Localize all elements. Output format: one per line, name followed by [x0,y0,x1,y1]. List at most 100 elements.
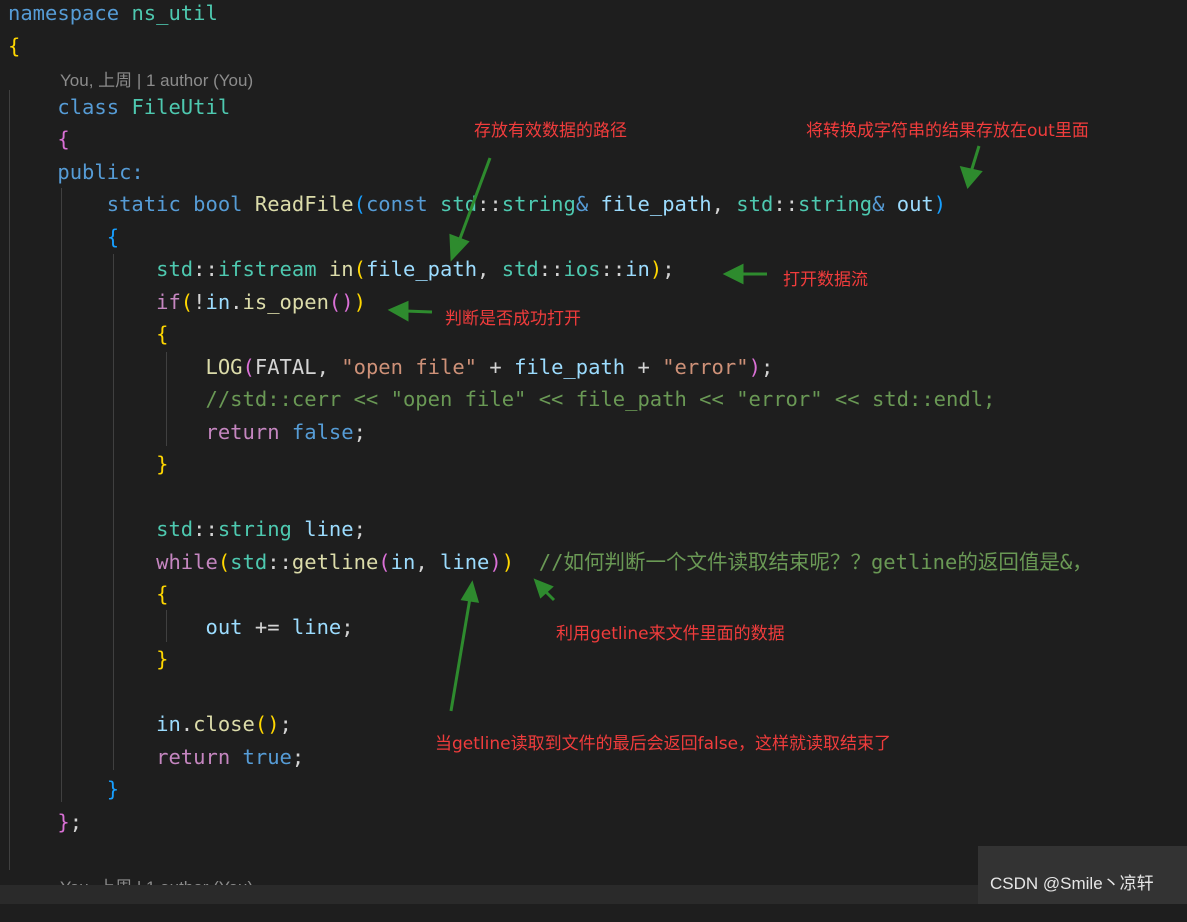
token: file_path [600,192,712,216]
token: line [440,550,490,574]
token: ! [193,290,206,314]
bracket: } [106,777,120,801]
token: ios [563,257,601,281]
token: ; [662,257,675,281]
code-line-return-true[interactable]: return true; [8,741,304,773]
token: ; [279,712,292,736]
annotation-getline: 利用getline来文件里面的数据 [556,624,785,644]
token: ; [69,810,83,834]
bracket: ) [933,192,947,216]
token: :: [477,192,502,216]
token: false [291,420,354,444]
code-line-if-open[interactable]: { [8,318,168,350]
token: , [477,257,490,281]
token: line [291,615,342,639]
code-line-while-close[interactable]: } [8,643,168,675]
bracket: ) [649,257,663,281]
code-line-in-close[interactable]: in.close(); [8,708,292,740]
token: :: [600,257,626,281]
bracket: ) [353,290,366,314]
bracket: { [106,225,120,249]
code-line-ifstream[interactable]: std::ifstream in(file_path, std::ios::in… [8,253,675,285]
token: ifstream [217,257,317,281]
token: std [156,517,194,541]
watermark: CSDN @Smile丶凉轩 [978,846,1187,904]
token: std [440,192,478,216]
token: ; [341,615,354,639]
token: . [230,290,243,314]
token: ReadFile [254,192,354,216]
codelens-author-bottom[interactable]: You, 上周 | 1 author (You) [60,873,253,885]
token: in [625,257,650,281]
token: std [156,257,194,281]
token: in [156,712,181,736]
code-line-fn-close[interactable]: } [8,773,119,805]
token: FileUtil [131,95,231,119]
annotation-out: 将转换成字符串的结果存放在out里面 [806,121,1089,141]
token: ; [291,745,305,769]
code-line-class[interactable]: class FileUtil [8,91,230,123]
code-line-2[interactable]: { [8,30,20,62]
annotation-path: 存放有效数据的路径 [474,121,627,141]
token: bool [193,192,243,216]
token: if [156,290,181,314]
token: true [242,745,292,769]
token: return [156,745,231,769]
token: class [57,95,120,119]
token: std [736,192,774,216]
bracket: { [156,322,169,346]
token: ; [353,517,366,541]
token: ns_util [131,1,218,25]
code-line-class-open[interactable]: { [8,123,70,155]
codelens-author[interactable]: You, 上周 | 1 author (You) [60,66,253,91]
token: getline [291,550,379,574]
token: string [501,192,576,216]
token: while [156,550,218,574]
token: //std::cerr << "open file" << file_path … [205,387,996,411]
code-line-public[interactable]: public: [8,156,143,188]
code-line-string-line[interactable]: std::string line; [8,513,366,545]
code-line-return-false[interactable]: return false; [8,416,365,448]
bracket: ) [748,355,761,379]
annotation-open-stream: 打开数据流 [783,270,868,290]
bracket: ( [180,290,194,314]
code-line-class-close[interactable]: }; [8,806,82,838]
code-line-while[interactable]: while(std::getline(in, line)) //如何判断一个文件… [8,546,1093,578]
token: out [896,192,934,216]
bracket: () [328,290,354,314]
token: "open file" [341,355,478,379]
token: file_path [365,257,478,281]
token: . [180,712,194,736]
bracket: { [57,127,70,151]
code-line-readfile[interactable]: static bool ReadFile(const std::string& … [8,188,946,220]
token: return [205,420,280,444]
code-line-out-append[interactable]: out += line; [8,611,354,643]
bracket: ( [217,550,231,574]
token: , [711,192,724,216]
code-line-log[interactable]: LOG(FATAL, "open file" + file_path + "er… [8,351,773,383]
token: const [365,192,428,216]
token: , [415,550,428,574]
token: += [254,615,280,639]
annotation-end: 当getline读取到文件的最后会返回false，这样就读取结束了 [435,734,892,754]
bracket: { [8,34,21,58]
token: :: [193,517,218,541]
bracket: ( [242,355,255,379]
token: //如何判断一个文件读取结束呢？？getline的返回值是&， [538,550,1093,574]
token: + [489,355,502,379]
code-line-if-close[interactable]: } [8,448,168,480]
bracket: () [254,712,280,736]
token: in [328,257,354,281]
token: in [390,550,416,574]
token: ; [760,355,774,379]
token: file_path [514,355,626,379]
token: static [106,192,181,216]
code-line-if[interactable]: if(!in.is_open()) [8,286,366,318]
code-line-while-open[interactable]: { [8,578,168,610]
annotation-is-open: 判断是否成功打开 [445,309,581,329]
code-editor[interactable]: namespace ns_util { You, 上周 | 1 author (… [0,0,1187,885]
code-line-comment-cerr[interactable]: //std::cerr << "open file" << file_path … [8,383,995,415]
code-line-fn-open[interactable]: { [8,221,119,253]
code-line-1[interactable]: namespace ns_util [8,0,218,29]
token: is_open [242,290,329,314]
